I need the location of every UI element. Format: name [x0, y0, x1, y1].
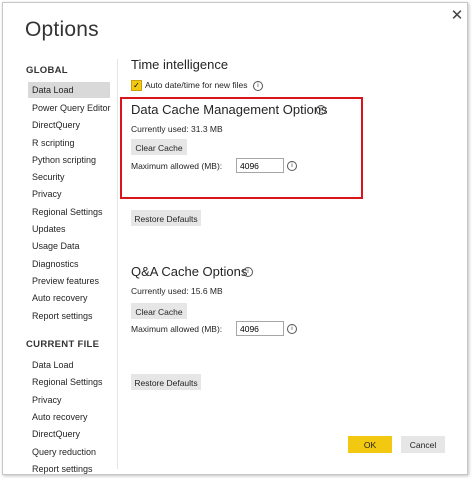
- sidebar-item-file-privacy[interactable]: Privacy: [28, 392, 110, 408]
- options-dialog: ✕ Options GLOBAL Data Load Power Query E…: [2, 2, 468, 475]
- sidebar-item-security[interactable]: Security: [28, 169, 110, 185]
- qa-cache-clear-button[interactable]: Clear Cache: [131, 303, 187, 319]
- sidebar-item-updates[interactable]: Updates: [28, 221, 110, 237]
- sidebar-item-file-directquery[interactable]: DirectQuery: [28, 426, 110, 442]
- qa-cache-heading: Q&A Cache Options: [131, 264, 248, 279]
- sidebar-item-power-query-editor[interactable]: Power Query Editor: [28, 100, 111, 116]
- highlight-box: [120, 97, 363, 199]
- sidebar-item-file-query-reduction[interactable]: Query reduction: [28, 444, 110, 460]
- global-section-header: GLOBAL: [26, 65, 68, 76]
- sidebar-item-file-data-load[interactable]: Data Load: [28, 357, 110, 373]
- sidebar-item-data-load[interactable]: Data Load: [28, 82, 110, 98]
- qa-cache-max-input[interactable]: [236, 321, 284, 336]
- sidebar-item-usage-data[interactable]: Usage Data: [28, 238, 110, 254]
- ok-button[interactable]: OK: [348, 436, 392, 453]
- sidebar-item-privacy[interactable]: Privacy: [28, 186, 110, 202]
- info-icon[interactable]: i: [287, 324, 297, 334]
- sidebar-item-file-auto-recovery[interactable]: Auto recovery: [28, 409, 110, 425]
- time-intelligence-heading: Time intelligence: [131, 57, 229, 72]
- auto-datetime-label: Auto date/time for new files: [145, 80, 248, 90]
- info-icon[interactable]: i: [243, 267, 253, 277]
- qa-restore-defaults-button[interactable]: Restore Defaults: [131, 374, 201, 390]
- current-file-section-header: CURRENT FILE: [26, 339, 100, 350]
- sidebar-item-diagnostics[interactable]: Diagnostics: [28, 256, 110, 272]
- sidebar-item-directquery[interactable]: DirectQuery: [28, 117, 110, 133]
- auto-datetime-checkbox[interactable]: ✓: [131, 80, 142, 91]
- sidebar-item-r-scripting[interactable]: R scripting: [28, 135, 110, 151]
- restore-defaults-button[interactable]: Restore Defaults: [131, 210, 201, 226]
- sidebar-item-regional-settings[interactable]: Regional Settings: [28, 204, 110, 220]
- qa-cache-currently-used: Currently used: 15.6 MB: [131, 286, 223, 296]
- sidebar-item-file-report-settings[interactable]: Report settings: [28, 461, 110, 477]
- sidebar-item-report-settings[interactable]: Report settings: [28, 308, 110, 324]
- sidebar-item-preview-features[interactable]: Preview features: [28, 273, 110, 289]
- dialog-title: Options: [25, 18, 99, 41]
- sidebar-divider: [117, 59, 118, 469]
- sidebar-item-python-scripting[interactable]: Python scripting: [28, 152, 110, 168]
- info-icon[interactable]: i: [253, 81, 263, 91]
- sidebar-item-auto-recovery[interactable]: Auto recovery: [28, 290, 110, 306]
- sidebar-item-file-regional-settings[interactable]: Regional Settings: [28, 374, 110, 390]
- cancel-button[interactable]: Cancel: [401, 436, 445, 453]
- close-icon[interactable]: ✕: [449, 8, 465, 24]
- qa-cache-max-label: Maximum allowed (MB):: [131, 324, 223, 334]
